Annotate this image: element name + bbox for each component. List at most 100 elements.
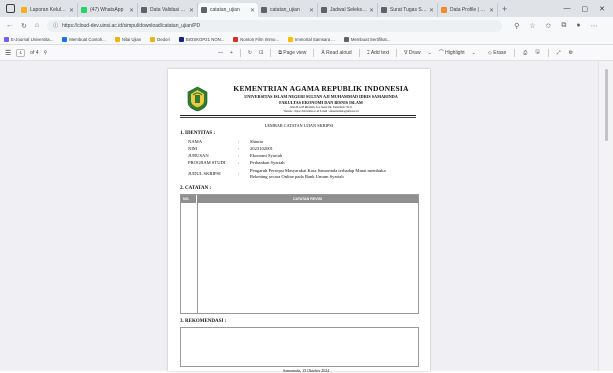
bookmark-item[interactable]: Dedori bbox=[150, 36, 170, 42]
tab-close-icon[interactable]: ✕ bbox=[369, 7, 374, 14]
window-menu-icon[interactable] bbox=[6, 4, 15, 13]
field-colon: : bbox=[238, 171, 240, 176]
page-number-input[interactable]: 1 bbox=[16, 48, 26, 57]
save-icon[interactable]: 🖫 bbox=[535, 49, 539, 57]
add-text-button[interactable]: ⌶ Add text bbox=[367, 50, 389, 56]
page-total: of 4 bbox=[30, 49, 39, 56]
highlight-dropdown-icon[interactable]: ⌄ bbox=[472, 50, 476, 56]
fit-page-icon[interactable]: ⊡ bbox=[259, 50, 263, 56]
tab-title: catatan_ujian bbox=[270, 7, 300, 13]
column-header-no: NO. bbox=[181, 195, 197, 203]
browser-tab[interactable]: catatan_ujian ✕ bbox=[198, 3, 258, 17]
bookmark-label: Dedori bbox=[157, 36, 170, 42]
browser-tab[interactable]: (47) WhatsApp ✕ bbox=[78, 3, 138, 17]
tab-close-icon[interactable]: ✕ bbox=[69, 7, 74, 14]
browser-tab[interactable]: Data Profile | Layan✕ bbox=[438, 3, 498, 17]
browser-tab[interactable]: Surat Tugas Seleks✕ bbox=[378, 3, 438, 17]
recommendation-box bbox=[180, 327, 419, 367]
browser-tab[interactable]: Data Validasi Judul✕ bbox=[138, 3, 198, 17]
tab-close-icon[interactable]: ✕ bbox=[429, 7, 434, 14]
bookmark-item[interactable]: BIOSKOP21 NON... bbox=[178, 36, 225, 42]
bookmark-label: BIOSKOP21 NON... bbox=[185, 36, 225, 42]
tab-title: Laporan Kelulusan bbox=[30, 7, 67, 13]
rotate-icon[interactable]: ↻ bbox=[248, 50, 252, 56]
bookmark-item[interactable]: Nilai Ujian bbox=[114, 36, 142, 42]
tab-title: Data Profile | Layan bbox=[450, 7, 487, 13]
highlight-button[interactable]: ⌒ Highlight bbox=[439, 49, 465, 56]
field-colon: : bbox=[238, 160, 240, 165]
field-colon: : bbox=[238, 139, 240, 144]
collections-icon[interactable]: ⧉ bbox=[561, 22, 566, 30]
browser-tab[interactable]: Jadwal Seleksi Judul✕ bbox=[318, 3, 378, 17]
page-view-button[interactable]: ⧉ Page view bbox=[278, 50, 306, 56]
bookmark-label: E-Journal Universita... bbox=[11, 36, 54, 42]
reload-icon[interactable]: ↻ bbox=[21, 22, 27, 30]
tab-close-icon[interactable]: ✕ bbox=[309, 7, 314, 14]
pdf-toolbar: ☰ 1 of 4 ⚲ — + ↻ ⊡ ⧉ Page view A᷾ Read a… bbox=[0, 45, 613, 61]
bookmark-item[interactable]: E-Journal Universita... bbox=[4, 36, 54, 42]
field-value: Shintia bbox=[250, 139, 264, 144]
browser-tab[interactable]: Laporan Kelulusan✕ bbox=[18, 3, 78, 17]
bookmark-favicon-icon bbox=[150, 36, 156, 42]
browser-tab[interactable]: catatan_ujian ✕ bbox=[258, 3, 318, 17]
scrollbar-thumb[interactable] bbox=[605, 69, 608, 141]
bookmark-favicon-icon bbox=[114, 36, 120, 42]
field-colon: : bbox=[238, 153, 240, 158]
field-label: JURUSAN bbox=[188, 153, 209, 158]
zoom-out-icon[interactable]: — bbox=[218, 50, 223, 56]
pdf-scrollbar[interactable] bbox=[598, 61, 613, 371]
read-aloud-button[interactable]: A᷾ Read aloud bbox=[321, 50, 351, 56]
draw-button[interactable]: ∇ Draw bbox=[404, 50, 420, 56]
bookmark-item[interactable]: Nonton Film Immo... bbox=[233, 36, 279, 42]
settings-icon[interactable]: ⚙ bbox=[569, 50, 573, 56]
pdf-page: KEMENTRIAN AGAMA REPUBLIK INDONESIA UNIV… bbox=[168, 69, 430, 373]
favorite-icon[interactable]: ☆ bbox=[529, 22, 535, 30]
home-icon[interactable]: ⌂ bbox=[35, 22, 39, 29]
tab-favicon-icon bbox=[441, 7, 447, 13]
section-catatan: 2. CATATAN : bbox=[180, 186, 212, 191]
section-rekomendasi: 3. REKOMENDASI : bbox=[180, 319, 227, 324]
field-row: JURUSAN : Ekonomi Syariah bbox=[188, 153, 386, 159]
field-row: JUDUL SKRIPSI : Pengaruh Persepsi Masyar… bbox=[188, 168, 386, 180]
bookmark-item[interactable]: Membuat Sertifikat... bbox=[343, 36, 390, 42]
site-info-icon[interactable]: ⓘ bbox=[53, 22, 58, 29]
divider bbox=[239, 48, 241, 57]
field-value: Perbankan Syariah bbox=[250, 160, 285, 165]
table-of-contents-icon[interactable]: ☰ bbox=[5, 49, 11, 57]
tab-favicon-icon bbox=[381, 7, 387, 13]
fullscreen-icon[interactable]: ⤢ bbox=[557, 50, 561, 56]
more-menu-icon[interactable]: ⋯ bbox=[591, 22, 598, 30]
favorites-bar-icon[interactable]: ✩ bbox=[546, 22, 552, 30]
print-icon[interactable]: ⎙ bbox=[523, 50, 527, 56]
draw-dropdown-icon[interactable]: ⌄ bbox=[428, 50, 432, 56]
tab-close-icon[interactable]: ✕ bbox=[129, 7, 134, 14]
bookmark-label: Immortal Samsara ... bbox=[294, 36, 335, 42]
revision-table: NO. CATATAN REVISI bbox=[180, 194, 419, 314]
field-label: PROGRAM STUDI bbox=[188, 160, 226, 165]
erase-button[interactable]: ◇ Erase bbox=[488, 50, 506, 56]
bookmark-favicon-icon bbox=[4, 36, 9, 42]
bookmark-item[interactable]: Immortal Samsara ... bbox=[287, 36, 335, 42]
tab-favicon-icon bbox=[321, 7, 327, 13]
tab-close-icon[interactable]: ✕ bbox=[250, 7, 255, 14]
new-tab-button[interactable]: + bbox=[502, 4, 507, 14]
tab-close-icon[interactable]: ✕ bbox=[189, 7, 194, 14]
bookmark-label: Nilai Ujian bbox=[121, 36, 142, 42]
minimize-button[interactable]: — bbox=[564, 5, 571, 13]
back-icon[interactable]: ← bbox=[6, 22, 13, 29]
zoom-in-icon[interactable]: + bbox=[230, 50, 233, 56]
divider bbox=[313, 48, 315, 57]
search-icon[interactable]: ⚲ bbox=[44, 50, 48, 56]
close-window-button[interactable]: ✕ bbox=[599, 5, 605, 13]
profile-icon[interactable]: ● bbox=[576, 22, 580, 30]
page-view-label: Page view bbox=[283, 49, 307, 56]
maximize-button[interactable]: ▢ bbox=[582, 5, 589, 13]
url-input[interactable]: ⓘ https://cloud-dev.uinsi.ac.id/simpul/d… bbox=[47, 19, 503, 32]
bookmarks-bar: E-Journal Universita... Membuat Contoh...… bbox=[0, 34, 613, 45]
column-header-revisi: CATATAN REVISI bbox=[292, 197, 323, 201]
tab-favicon-icon bbox=[21, 7, 27, 13]
bookmark-item[interactable]: Membuat Contoh... bbox=[62, 36, 106, 42]
tab-close-icon[interactable]: ✕ bbox=[489, 7, 494, 14]
zoom-icon[interactable]: ⚲ bbox=[514, 22, 519, 30]
url-text: https://cloud-dev.uinsi.ac.id/simpul/dow… bbox=[62, 22, 201, 29]
